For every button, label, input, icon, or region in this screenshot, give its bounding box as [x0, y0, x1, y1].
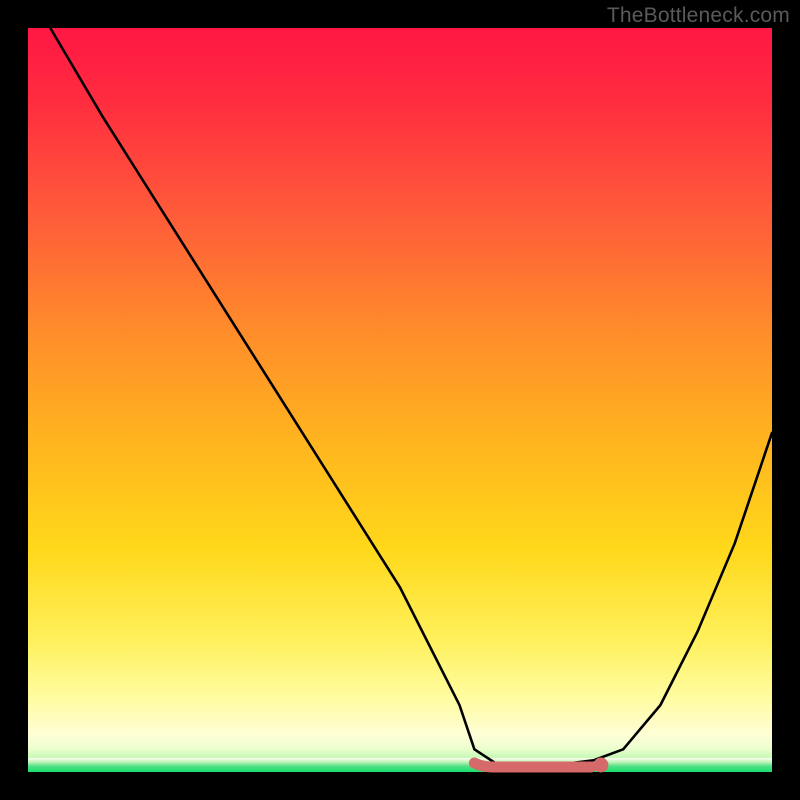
- chart-frame: TheBottleneck.com: [0, 0, 800, 800]
- flat-region-highlight: [474, 763, 591, 767]
- plot-area: [28, 28, 772, 772]
- curve-layer: [28, 28, 772, 772]
- bottleneck-curve: [50, 28, 772, 764]
- optimal-knot: [593, 758, 608, 773]
- watermark-text: TheBottleneck.com: [607, 4, 790, 28]
